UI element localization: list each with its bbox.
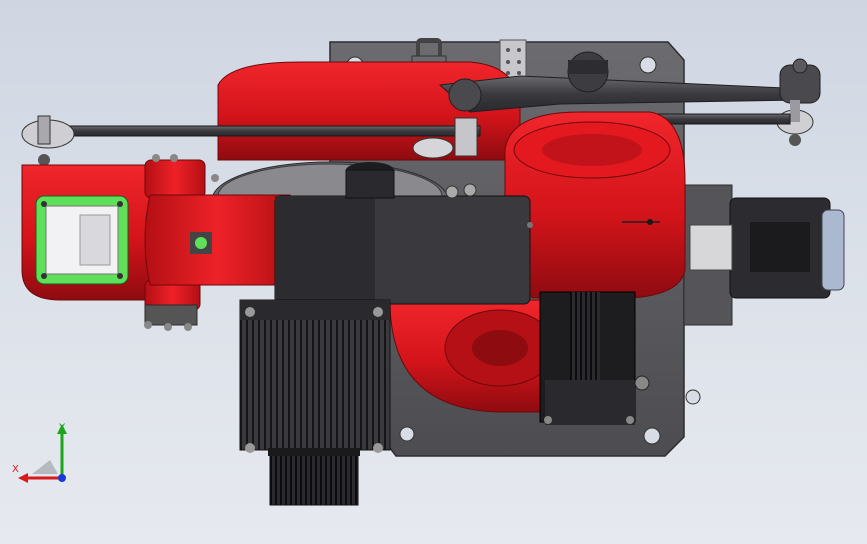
inspection-cover[interactable] [35,195,129,285]
axis-triad: Y X [12,422,67,483]
cad-model-viewport[interactable] [0,0,867,544]
mounting-hole [685,389,701,405]
mounting-hole [639,56,657,74]
ball-joint-left[interactable] [21,115,75,166]
gearbox-housing[interactable] [274,195,533,305]
x-axis-arrow-icon [18,473,28,483]
x-axis-label: X [12,464,19,475]
mounting-hole [643,427,661,445]
triad-plane [32,460,58,474]
red-upper-arm[interactable] [144,194,291,286]
y-axis-label: Y [58,422,66,433]
cable-gland[interactable] [345,162,395,199]
mounting-hole [399,426,415,442]
servo-motor-right[interactable] [539,291,636,425]
ball-joint-right[interactable] [776,58,821,146]
servo-motor-left[interactable] [239,299,391,506]
z-axis-dot [58,474,66,482]
red-elbow-housing[interactable] [504,111,686,299]
